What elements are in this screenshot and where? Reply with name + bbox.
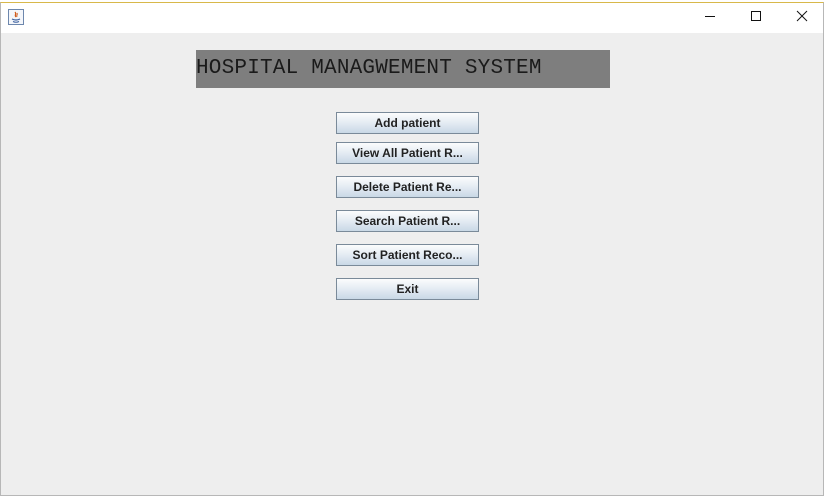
java-app-icon[interactable] (8, 9, 24, 25)
main-panel: HOSPITAL MANAGWEMENT SYSTEM Add patient … (1, 33, 823, 495)
maximize-icon (750, 9, 762, 27)
close-button[interactable] (779, 3, 825, 33)
search-patient-record-button[interactable]: Search Patient R... (336, 210, 479, 232)
app-window: HOSPITAL MANAGWEMENT SYSTEM Add patient … (0, 2, 824, 496)
close-icon (796, 9, 808, 27)
maximize-button[interactable] (733, 3, 779, 33)
minimize-button[interactable] (687, 3, 733, 33)
sort-patient-records-button[interactable]: Sort Patient Reco... (336, 244, 479, 266)
delete-patient-record-button[interactable]: Delete Patient Re... (336, 176, 479, 198)
minimize-icon (704, 9, 716, 27)
exit-button[interactable]: Exit (336, 278, 479, 300)
page-title: HOSPITAL MANAGWEMENT SYSTEM (196, 50, 610, 88)
view-all-patient-records-button[interactable]: View All Patient R... (336, 142, 479, 164)
title-bar[interactable] (1, 3, 823, 33)
add-patient-button[interactable]: Add patient (336, 112, 479, 134)
